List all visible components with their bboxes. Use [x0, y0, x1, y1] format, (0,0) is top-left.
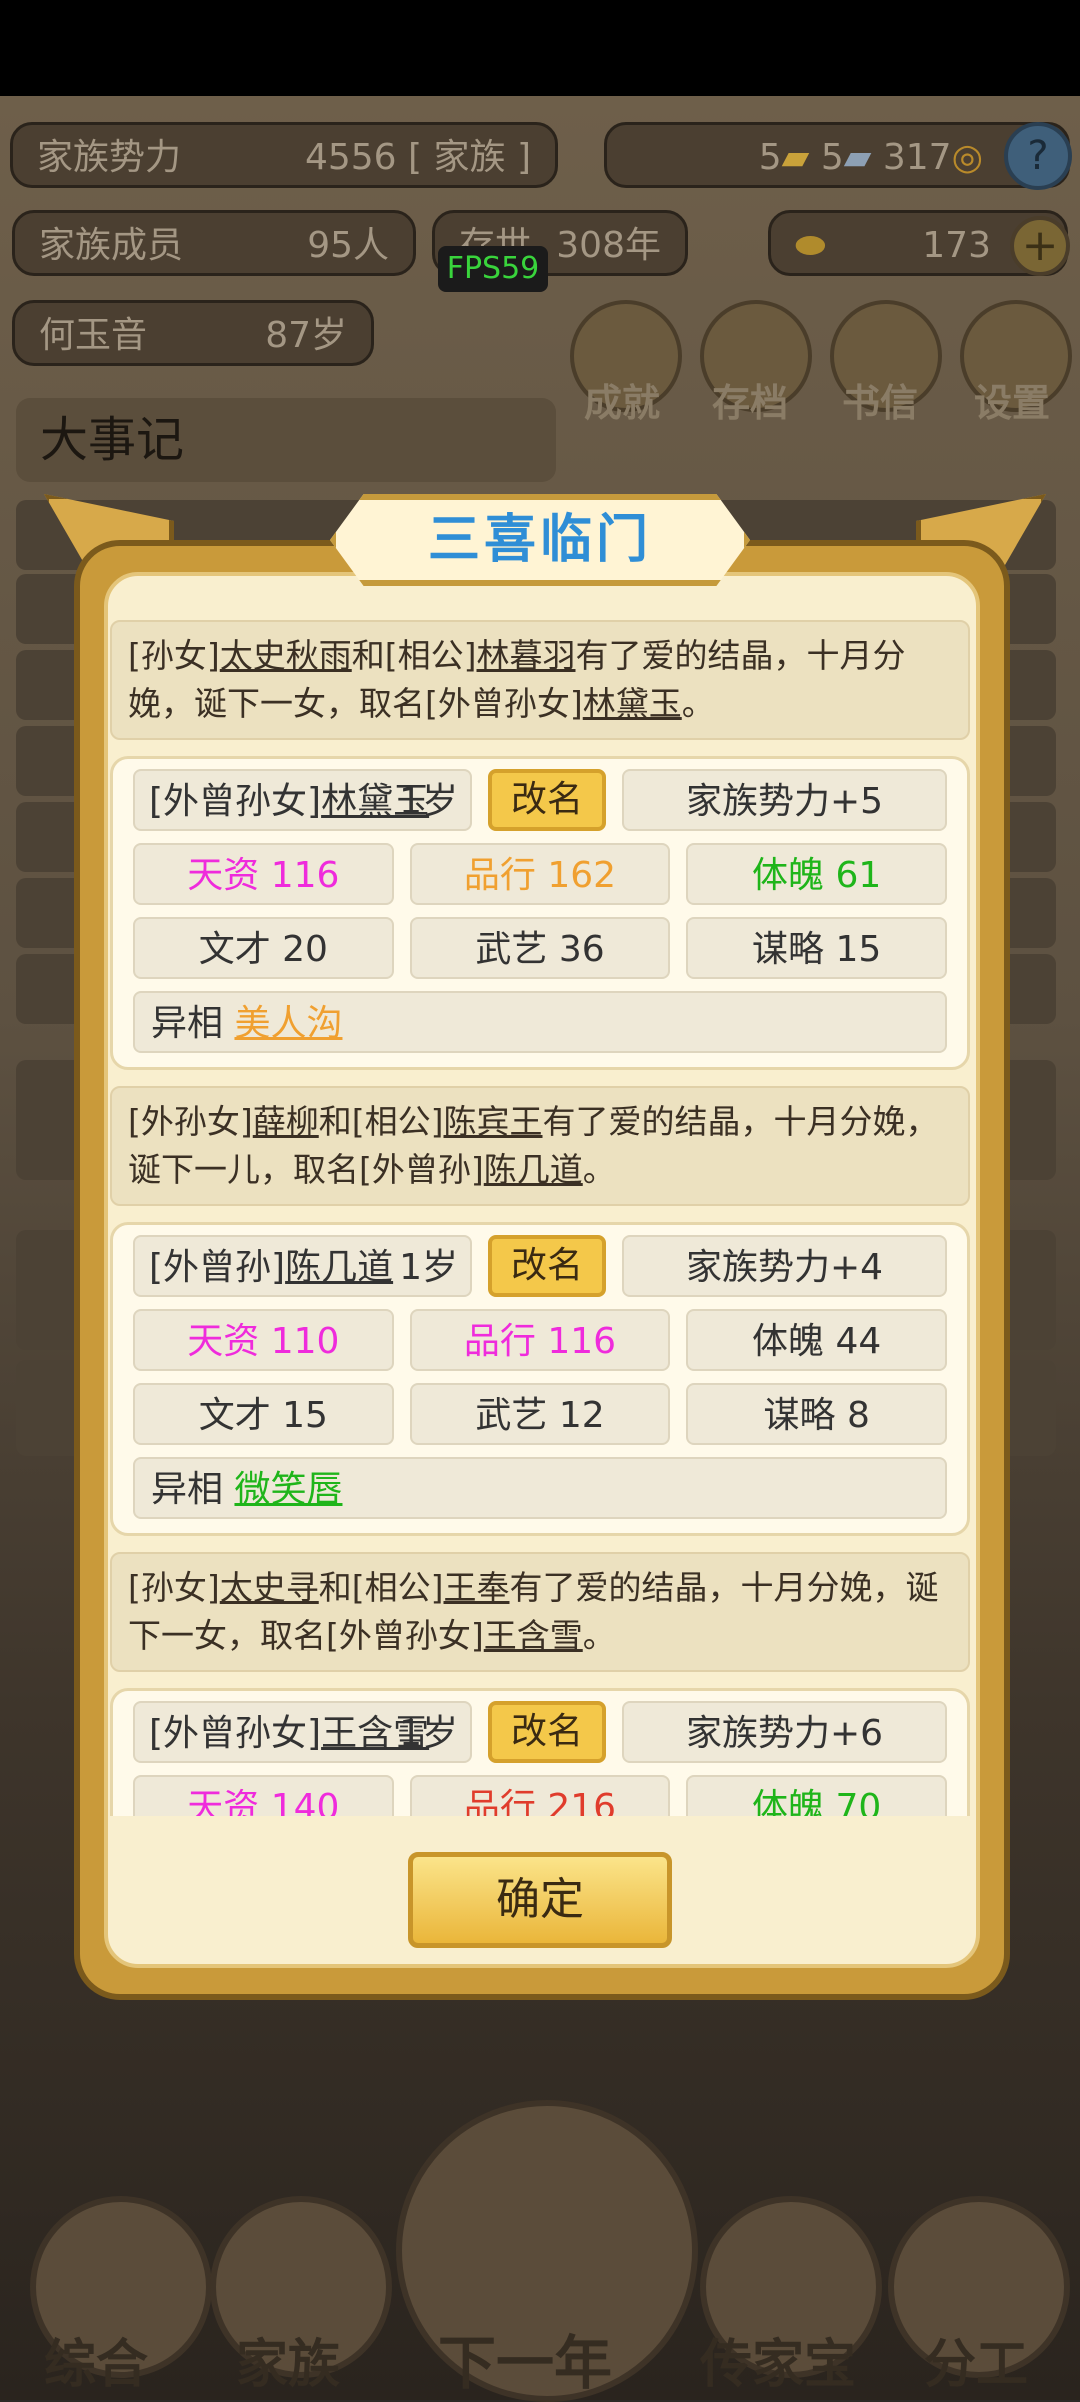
baby-age: 1岁 [399, 781, 458, 822]
nav-division-label: 分工 [924, 2335, 1029, 2395]
coin-count: 317 [882, 137, 952, 178]
ingot-count: 173 [922, 225, 991, 266]
rename-button[interactable]: 改名 [488, 769, 606, 831]
story-text: 。 [582, 1616, 616, 1655]
family-head-name: 何玉音 [39, 315, 148, 356]
baby-name-link[interactable]: 王含雪 [484, 1616, 583, 1655]
baby-name-cell: [外曾孙女]王含雪 1岁 [133, 1701, 472, 1763]
family-power-bonus: 家族势力+4 [622, 1235, 947, 1297]
father-name-link[interactable]: 王奉 [444, 1568, 510, 1607]
birth-list[interactable]: [孙女]太史秋雨和[相公]林暮羽有了爱的结晶，十月分娩，诞下一女，取名[外曾孙女… [110, 620, 970, 1816]
baby-card: [外曾孙]陈几道 1岁 改名 家族势力+4 天资 110 品行 116 体魄 4… [110, 1222, 970, 1536]
baby-relation: [外曾孙] [149, 1247, 286, 1288]
family-members-panel: 家族成员 95人 [12, 210, 416, 276]
family-head-panel[interactable]: 何玉音 87岁 [12, 300, 374, 366]
baby-name-cell: [外曾孙女]林黛玉 1岁 [133, 769, 472, 831]
alive-years-value: 308年 [556, 225, 661, 266]
nav-heirloom-label: 传家宝 [700, 2335, 857, 2395]
help-icon[interactable]: ? [1004, 122, 1072, 190]
story-text: [孙女] [128, 1568, 220, 1607]
ingot-icon: ⬬ [795, 225, 826, 266]
trait-label: 异相 [151, 1469, 224, 1510]
talent-stat: 天资 140 [133, 1775, 394, 1816]
conduct-stat: 品行 116 [409, 1309, 671, 1371]
family-power-panel[interactable]: 家族势力 4556 [ 家族 ] [10, 122, 558, 188]
story-text: 和[相公] [318, 1568, 444, 1607]
birth-story: [孙女]太史寻和[相公]王奉有了爱的结晶，十月分娩，诞下一女，取名[外曾孙女]王… [110, 1552, 970, 1672]
gold-bar-icon: ▰ [781, 137, 810, 178]
literature-stat: 文才 20 [133, 917, 394, 979]
confirm-button[interactable]: 确定 [408, 1852, 672, 1948]
dialog-title-plate: 三喜临门 [330, 494, 750, 586]
baby-age: 1岁 [399, 1247, 458, 1288]
nav-family-label: 家族 [236, 2335, 341, 2395]
birth-story: [孙女]太史秋雨和[相公]林暮羽有了爱的结晶，十月分娩，诞下一女，取名[外曾孙女… [110, 620, 970, 740]
family-power-label: 家族势力 [37, 137, 182, 178]
birth-story: [外孙女]薛柳和[相公]陈宾王有了爱的结晶，十月分娩，诞下一儿，取名[外曾孙]陈… [110, 1086, 970, 1206]
mother-name-link[interactable]: 薛柳 [253, 1102, 319, 1141]
trait-link[interactable]: 美人沟 [234, 1003, 342, 1044]
mother-name-link[interactable]: 太史寻 [220, 1568, 319, 1607]
gold-bar-count: 5 [758, 137, 782, 178]
events-title: 大事记 [16, 398, 556, 482]
story-text: 。 [582, 1150, 616, 1189]
family-power-bonus: 家族势力+6 [622, 1701, 947, 1763]
martial-stat: 武艺 12 [409, 1383, 671, 1445]
physique-stat: 体魄 44 [686, 1309, 948, 1371]
family-power-rank: [ 家族 ] [408, 137, 531, 178]
baby-card: [外曾孙女]林黛玉 1岁 改名 家族势力+5 天资 116 品行 162 体魄 … [110, 756, 970, 1070]
story-text: 和[相公] [318, 1102, 444, 1141]
coin-icon: ◎ [951, 137, 983, 178]
baby-age: 1岁 [399, 1713, 458, 1754]
dialog-title: 三喜临门 [427, 510, 652, 570]
story-text: 。 [681, 684, 715, 723]
story-text: [外孙女] [128, 1102, 253, 1141]
achievement-label: 成就 [584, 381, 661, 425]
literature-stat: 文才 15 [133, 1383, 394, 1445]
baby-name-cell: [外曾孙]陈几道 1岁 [133, 1235, 472, 1297]
fps-counter: FPS59 [438, 246, 548, 292]
family-head-age: 87岁 [265, 315, 347, 356]
silver-bar-icon: ▰ [843, 137, 872, 178]
baby-name-link[interactable]: 陈几道 [484, 1150, 583, 1189]
status-bar [0, 0, 1080, 96]
family-members-value: 95人 [307, 225, 389, 266]
talent-stat: 天资 110 [133, 1309, 394, 1371]
physique-stat: 体魄 61 [686, 843, 948, 905]
martial-stat: 武艺 36 [409, 917, 671, 979]
strategy-stat: 谋略 15 [686, 917, 948, 979]
trait-link[interactable]: 微笑唇 [234, 1469, 342, 1510]
save-label: 存档 [712, 381, 789, 425]
rename-button[interactable]: 改名 [488, 1701, 606, 1763]
family-power-value: 4556 [304, 137, 397, 178]
trait-row: 异相 微笑唇 [133, 1457, 947, 1519]
physique-stat: 体魄 70 [686, 1775, 948, 1816]
trait-label: 异相 [151, 1003, 224, 1044]
story-text: 和[相公] [351, 636, 477, 675]
talent-stat: 天资 116 [133, 843, 394, 905]
strategy-stat: 谋略 8 [686, 1383, 948, 1445]
baby-name-link[interactable]: 陈几道 [285, 1247, 393, 1288]
conduct-stat: 品行 216 [409, 1775, 671, 1816]
baby-name-link[interactable]: 林黛玉 [583, 684, 682, 723]
baby-relation: [外曾孙女] [149, 1713, 322, 1754]
nav-next-year-label: 下一年 [438, 2329, 613, 2397]
letter-label: 书信 [842, 381, 919, 425]
add-ingot-button[interactable]: + [1010, 216, 1070, 276]
settings-label: 设置 [974, 381, 1051, 425]
rename-button[interactable]: 改名 [488, 1235, 606, 1297]
family-power-bonus: 家族势力+5 [622, 769, 947, 831]
nav-general-label: 综合 [44, 2335, 149, 2395]
father-name-link[interactable]: 林暮羽 [477, 636, 576, 675]
baby-relation: [外曾孙女] [149, 781, 322, 822]
trait-row: 异相 美人沟 [133, 991, 947, 1053]
family-members-label: 家族成员 [39, 225, 184, 266]
silver-bar-count: 5 [820, 137, 844, 178]
baby-card: [外曾孙女]王含雪 1岁 改名 家族势力+6 天资 140 品行 216 体魄 … [110, 1688, 970, 1816]
story-text: [孙女] [128, 636, 220, 675]
conduct-stat: 品行 162 [409, 843, 671, 905]
mother-name-link[interactable]: 太史秋雨 [220, 636, 352, 675]
currency-panel: 5▰ 5▰ 317◎ [604, 122, 1070, 188]
father-name-link[interactable]: 陈宾王 [444, 1102, 543, 1141]
